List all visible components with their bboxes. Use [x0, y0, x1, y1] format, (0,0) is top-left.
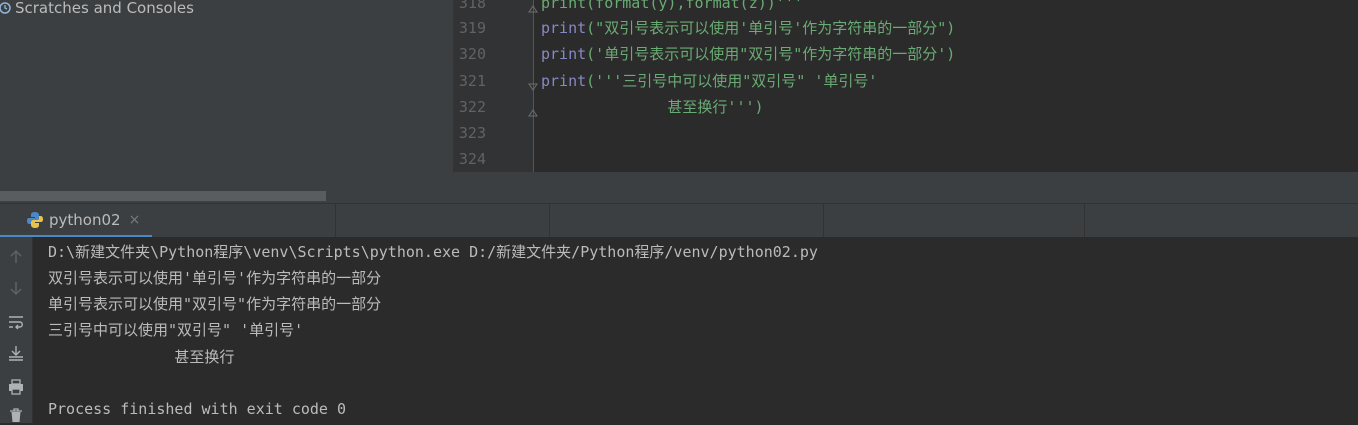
console-line: Process finished with exit code 0: [48, 400, 347, 418]
code-string: ("双引号表示可以使用'单引号'作为字符串的一部分"): [586, 19, 956, 37]
code-function: print: [541, 45, 587, 63]
print-icon[interactable]: [6, 377, 26, 397]
fold-end-icon[interactable]: [527, 101, 539, 117]
run-tab-python02[interactable]: python02 ×: [0, 204, 152, 238]
line-number: 319: [458, 19, 486, 37]
tab-divider: [1084, 204, 1085, 238]
horizontal-scrollbar-thumb[interactable]: [0, 191, 326, 201]
scratches-icon: [0, 1, 14, 15]
console-line: D:\新建文件夹\Python程序\venv\Scripts\python.ex…: [48, 243, 818, 261]
code-text: print(format(y),format(z))''': [541, 0, 803, 12]
code-line: 319 print("双引号表示可以使用'单引号'作为字符串的一部分"): [453, 15, 1358, 41]
code-text: print('单引号表示可以使用"双引号"作为字符串的一部分'): [541, 41, 955, 67]
project-panel: Scratches and Consoles: [0, 0, 453, 203]
code-line: 318 print(format(y),format(z))''': [453, 0, 1358, 16]
line-number: 324: [458, 150, 486, 168]
code-string: ('单引号表示可以使用"双引号"作为字符串的一部分'): [586, 45, 956, 63]
console-line: 甚至换行: [48, 348, 235, 366]
code-string: ('''三引号中可以使用"双引号" '单引号': [586, 72, 878, 90]
line-number: 321: [458, 72, 486, 90]
code-function: print: [541, 72, 587, 90]
run-toolbar: [0, 237, 33, 423]
tree-item-label: Scratches and Consoles: [15, 0, 194, 17]
editor-bottom-area: [453, 172, 1358, 203]
fold-end-icon[interactable]: [527, 0, 539, 13]
run-tab-label: python02: [49, 210, 121, 229]
run-console[interactable]: D:\新建文件夹\Python程序\venv\Scripts\python.ex…: [33, 237, 1358, 423]
code-text: 甚至换行'''): [541, 98, 764, 116]
code-function: print: [541, 19, 587, 37]
close-icon[interactable]: ×: [129, 212, 141, 228]
code-line: 321 print('''三引号中可以使用"双引号" '单引号': [453, 68, 1358, 94]
code-editor[interactable]: 318 print(format(y),format(z))''' 319 pr…: [453, 0, 1358, 203]
trash-icon[interactable]: [6, 405, 26, 425]
run-tab-bar: python02 ×: [0, 203, 1358, 238]
line-number: 320: [458, 45, 486, 63]
tab-divider: [335, 204, 336, 238]
code-text: print("双引号表示可以使用'单引号'作为字符串的一部分"): [541, 15, 955, 41]
code-line: 323: [453, 120, 1358, 146]
console-line: 双引号表示可以使用'单引号'作为字符串的一部分: [48, 269, 382, 287]
down-arrow-icon[interactable]: [6, 278, 26, 298]
fold-start-icon[interactable]: [527, 75, 539, 91]
code-line: 324: [453, 146, 1358, 172]
console-line: 单引号表示可以使用"双引号"作为字符串的一部分: [48, 295, 382, 313]
soft-wrap-icon[interactable]: [6, 312, 26, 332]
tab-divider: [549, 204, 550, 238]
code-line: 322 甚至换行'''): [453, 94, 1358, 120]
python-icon: [26, 211, 44, 229]
tree-item-scratches[interactable]: Scratches and Consoles: [0, 0, 194, 19]
line-number: 318: [458, 0, 486, 12]
line-number: 323: [458, 124, 486, 142]
tab-divider: [823, 204, 824, 238]
console-line: 三引号中可以使用"双引号" '单引号': [48, 321, 304, 339]
scroll-to-end-icon[interactable]: [6, 343, 26, 363]
code-text: print('''三引号中可以使用"双引号" '单引号': [541, 68, 877, 94]
up-arrow-icon[interactable]: [6, 247, 26, 267]
code-line: 320 print('单引号表示可以使用"双引号"作为字符串的一部分'): [453, 41, 1358, 67]
line-number: 322: [458, 98, 486, 116]
